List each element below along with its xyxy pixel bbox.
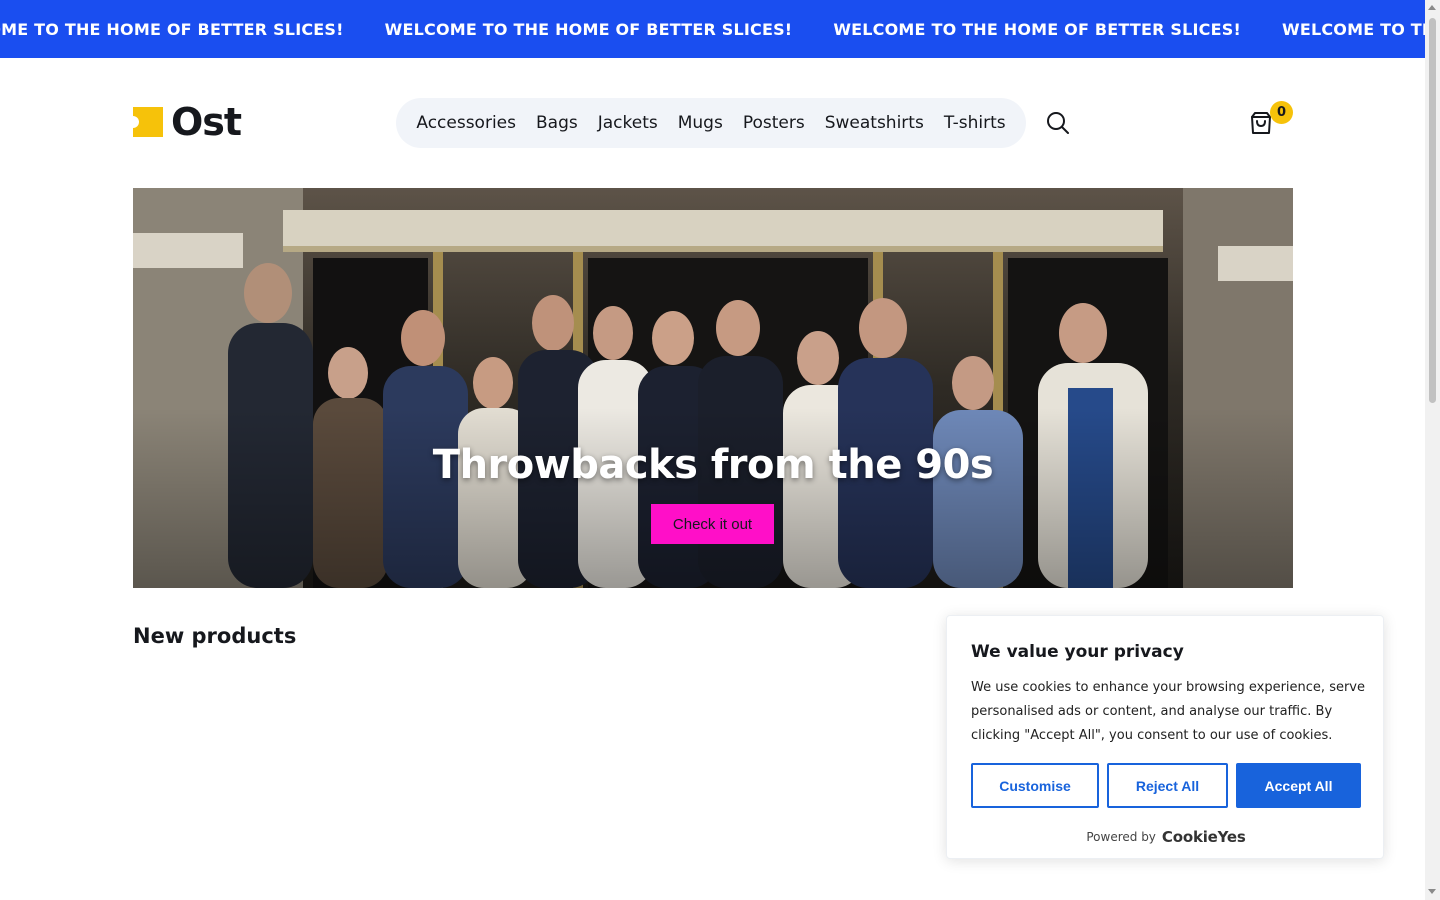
logo-text: Ost [171,100,242,144]
cookie-title: We value your privacy [971,642,1184,662]
reject-all-button[interactable]: Reject All [1107,763,1228,808]
scrollbar-thumb[interactable] [1429,18,1436,403]
nav-item-accessories[interactable]: Accessories [416,113,516,133]
nav-item-mugs[interactable]: Mugs [678,113,723,133]
nav-item-jackets[interactable]: Jackets [598,113,658,133]
customise-button[interactable]: Customise [971,763,1099,808]
cookieyes-logo[interactable]: CookieYes [1162,828,1246,846]
section-title-new-products: New products [133,624,297,648]
cookie-consent-banner: We value your privacy We use cookies to … [946,615,1384,859]
hero-title: Throwbacks from the 90s [432,442,994,488]
hero-cta-button[interactable]: Check it out [651,504,774,544]
site-logo[interactable]: Ost [133,100,242,144]
announcement-text: WELCOME TO THE HOME OF BETTER SLICES! [384,19,793,39]
cookie-description: We use cookies to enhance your browsing … [971,680,1365,743]
page-scrollbar[interactable] [1425,0,1440,900]
nav-item-t-shirts[interactable]: T-shirts [944,113,1006,133]
scroll-up-arrow-icon[interactable] [1428,5,1436,10]
accept-all-button[interactable]: Accept All [1236,763,1361,808]
nav-item-posters[interactable]: Posters [743,113,805,133]
search-icon[interactable] [1045,110,1071,136]
announcement-text: WELCOME TO THE HOME OF BETTER SLICES! [0,19,344,39]
logo-mark-icon [133,107,163,137]
cart-count-badge: 0 [1270,101,1293,124]
announcement-text: WELCOME TO THE HOME OF BETTER SLICES! [833,19,1241,39]
powered-by: Powered by CookieYes [947,828,1385,846]
scroll-down-arrow-icon[interactable] [1428,889,1436,894]
announcement-track: WELCOME TO THE HOME OF BETTER SLICES! WE… [0,0,1425,58]
announcement-text: WELCOME TO THE HOME OF BETTER SLICES! [1281,19,1425,39]
nav-item-bags[interactable]: Bags [536,113,578,133]
main-navigation: Accessories Bags Jackets Mugs Posters Sw… [396,98,1026,148]
powered-by-label: Powered by [1086,830,1156,844]
nav-item-sweatshirts[interactable]: Sweatshirts [825,113,924,133]
announcement-bar: WELCOME TO THE HOME OF BETTER SLICES! WE… [0,0,1425,58]
